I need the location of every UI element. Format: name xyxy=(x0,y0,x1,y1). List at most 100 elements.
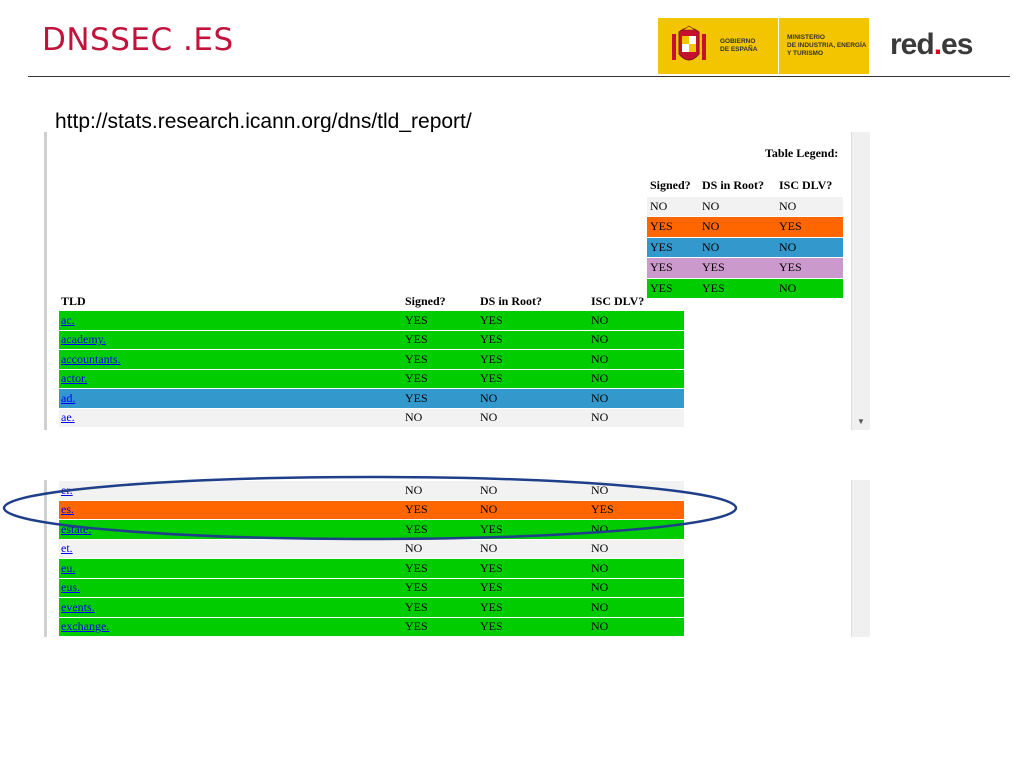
legend-cell: YES xyxy=(699,279,776,299)
status-cell: NO xyxy=(589,540,684,559)
legend-title: Table Legend: xyxy=(765,146,839,160)
tld-cell: et. xyxy=(59,540,403,559)
status-cell: NO xyxy=(403,409,478,428)
status-cell: YES xyxy=(403,350,478,370)
status-cell: YES xyxy=(478,579,589,598)
tld-link[interactable]: accountants. xyxy=(61,352,121,366)
status-cell: YES xyxy=(478,618,589,637)
status-cell: NO xyxy=(589,311,684,331)
tld-row: ae. NO NO NO xyxy=(59,408,684,428)
tld-cell: eus. xyxy=(59,579,403,598)
legend-cell: YES xyxy=(647,217,699,238)
status-cell: NO xyxy=(589,579,684,598)
header-divider xyxy=(28,76,1010,77)
status-cell: NO xyxy=(478,389,589,409)
tld-link[interactable]: exchange. xyxy=(61,619,109,633)
tld-row: exchange. YES YES NO xyxy=(59,617,684,637)
legend-cell: YES xyxy=(776,217,843,238)
legend-cell: NO xyxy=(776,238,843,258)
legend-header-row: Signed? DS in Root? ISC DLV? xyxy=(647,176,843,197)
logo-text: red xyxy=(890,28,935,61)
tld-link[interactable]: ac. xyxy=(61,313,75,327)
tld-row: eu. YES YES NO xyxy=(59,559,684,579)
browser-screenshot-bottom: er. NO NO NO es. YES NO YES estate. YES YES NO et. NO… xyxy=(44,480,870,637)
status-cell: NO xyxy=(403,481,478,501)
vertical-scrollbar[interactable] xyxy=(851,480,870,637)
legend-cell: YES xyxy=(647,238,699,258)
tld-link[interactable]: er. xyxy=(61,483,73,497)
status-cell: NO xyxy=(478,481,589,501)
tld-row: academy. YES YES NO xyxy=(59,330,684,350)
tld-link[interactable]: eus. xyxy=(61,580,80,594)
tld-row: accountants. YES YES NO xyxy=(59,350,684,370)
vertical-scrollbar[interactable]: ▼ xyxy=(851,132,870,430)
tld-link[interactable]: academy. xyxy=(61,332,106,346)
status-cell: YES xyxy=(403,389,478,409)
tld-header-cell: TLD xyxy=(61,294,86,308)
scroll-down-arrow-icon[interactable]: ▼ xyxy=(857,417,865,426)
tld-row: ac. YES YES NO xyxy=(59,311,684,331)
status-cell: NO xyxy=(589,409,684,428)
tld-cell: ae. xyxy=(59,409,403,428)
tld-row: estate. YES YES NO xyxy=(59,520,684,540)
status-cell: YES xyxy=(403,598,478,618)
tld-link[interactable]: es. xyxy=(61,502,74,516)
status-cell: YES xyxy=(478,331,589,350)
tld-link[interactable]: ad. xyxy=(61,391,75,405)
slide-title: DNSSEC .ES xyxy=(42,22,234,58)
tld-link[interactable]: ae. xyxy=(61,410,75,424)
status-cell: YES xyxy=(403,559,478,579)
tld-table: TLD Signed? DS in Root? ISC DLV? ac. YES Y… xyxy=(59,292,684,428)
status-cell: YES xyxy=(478,520,589,540)
legend-table: Signed? DS in Root? ISC DLV? NO NO NO YES NO… xyxy=(647,176,843,299)
status-cell: NO xyxy=(589,598,684,618)
legend-cell: YES xyxy=(776,258,843,279)
legend-row: YES NO YES xyxy=(647,217,843,238)
legend-cell: NO xyxy=(647,197,699,217)
tld-row: ad. YES NO NO xyxy=(59,389,684,409)
tld-link[interactable]: events. xyxy=(61,600,95,614)
tld-cell: exchange. xyxy=(59,618,403,637)
tld-row: actor. YES YES NO xyxy=(59,369,684,389)
source-url: http://stats.research.icann.org/dns/tld_… xyxy=(55,110,472,133)
legend-header-cell: DS in Root? xyxy=(699,176,776,197)
status-cell: NO xyxy=(589,520,684,540)
status-cell: YES xyxy=(403,520,478,540)
tld-cell: er. xyxy=(59,481,403,501)
tld-link[interactable]: et. xyxy=(61,541,73,555)
legend-cell: YES xyxy=(699,258,776,279)
browser-screenshot-top: Table Legend: Signed? DS in Root? ISC DL… xyxy=(44,132,870,430)
status-cell: YES xyxy=(589,501,684,520)
status-cell: NO xyxy=(589,370,684,389)
red-es-logo: red.es xyxy=(890,28,973,62)
tld-row: events. YES YES NO xyxy=(59,598,684,618)
status-cell: NO xyxy=(403,540,478,559)
ministry-logo-line: DE INDUSTRIA, ENERGÍA xyxy=(787,42,867,49)
tld-cell: eu. xyxy=(59,559,403,579)
status-cell: YES xyxy=(478,559,589,579)
tld-cell: actor. xyxy=(59,370,403,389)
legend-cell: YES xyxy=(647,258,699,279)
status-cell: YES xyxy=(478,370,589,389)
legend-row: YES NO NO xyxy=(647,237,843,258)
tld-table-continued: er. NO NO NO es. YES NO YES estate. YES YES NO et. NO… xyxy=(59,481,684,637)
legend-cell: NO xyxy=(776,197,843,217)
tld-link[interactable]: actor. xyxy=(61,371,87,385)
legend-cell: NO xyxy=(776,279,843,299)
tld-cell: academy. xyxy=(59,331,403,350)
ministry-logo-text: MINISTERIO DE INDUSTRIA, ENERGÍA Y TURIS… xyxy=(779,34,866,58)
status-cell: NO xyxy=(589,618,684,637)
tld-header-cell: ISC DLV? xyxy=(591,294,645,308)
tld-header-cell: DS in Root? xyxy=(480,294,543,308)
status-cell: YES xyxy=(403,331,478,350)
tld-cell: ad. xyxy=(59,389,403,409)
tld-link[interactable]: eu. xyxy=(61,561,75,575)
status-cell: NO xyxy=(478,501,589,520)
status-cell: YES xyxy=(478,311,589,331)
status-cell: YES xyxy=(403,311,478,331)
tld-cell: events. xyxy=(59,598,403,618)
tld-cell: accountants. xyxy=(59,350,403,370)
tld-link[interactable]: estate. xyxy=(61,522,91,536)
legend-header-cell: Signed? xyxy=(647,176,699,197)
status-cell: YES xyxy=(478,598,589,618)
